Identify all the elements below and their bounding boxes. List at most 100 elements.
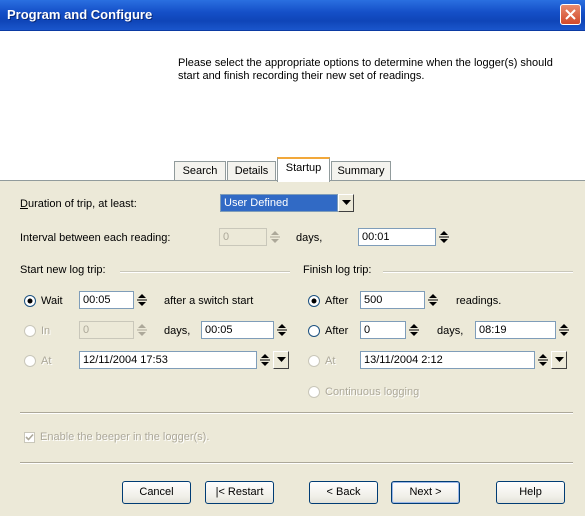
separator-top <box>20 412 573 414</box>
finish-at-radio[interactable] <box>308 355 320 367</box>
in-days-input[interactable]: 0 <box>79 321 134 339</box>
after-readings-suffix: readings. <box>456 295 502 307</box>
cancel-button-label: Cancel <box>139 486 174 498</box>
close-button[interactable] <box>560 4 581 25</box>
next-button[interactable]: Next > <box>391 481 460 504</box>
tab-summary-label: Summary <box>337 165 385 177</box>
start-at-datetime-value: 12/11/2004 17:53 <box>83 354 168 366</box>
spinner-icon <box>137 324 147 336</box>
separator-bottom <box>20 462 573 464</box>
duration-label-text: uration of trip, at least: <box>27 198 137 210</box>
interval-time-spinner[interactable] <box>436 228 452 246</box>
duration-label-mnemonic: D <box>20 198 28 210</box>
start-group-line <box>120 271 290 273</box>
interval-days-input[interactable]: 0 <box>219 228 267 246</box>
wait-time-spinner[interactable] <box>134 291 150 309</box>
wait-radio[interactable] <box>24 295 36 307</box>
after-readings-spinner[interactable] <box>425 291 441 309</box>
back-button-label: < Back <box>326 486 361 498</box>
restart-button[interactable]: |< Restart <box>205 481 274 504</box>
close-icon <box>565 9 576 20</box>
in-days-value: 0 <box>83 324 90 336</box>
start-at-label: At <box>41 355 52 367</box>
spinner-icon <box>428 294 438 306</box>
start-at-spinner[interactable] <box>257 351 273 369</box>
after-readings-radio[interactable] <box>308 295 320 307</box>
in-time-value: 00:05 <box>205 324 233 336</box>
start-group-title: Start new log trip: <box>20 264 106 276</box>
tab-startup[interactable]: Startup <box>277 157 330 182</box>
after-days-time-value: 08:19 <box>479 324 507 336</box>
after-days-spinner[interactable] <box>406 321 422 339</box>
restart-button-label: |< Restart <box>215 486 264 498</box>
finish-group-line <box>383 271 573 273</box>
tab-details[interactable]: Details <box>227 161 276 181</box>
after-days-radio[interactable] <box>308 325 320 337</box>
chevron-down-icon <box>342 200 351 205</box>
spinner-icon <box>137 294 147 306</box>
after-days-value: 0 <box>364 324 371 336</box>
finish-at-spinner[interactable] <box>535 351 551 369</box>
help-button[interactable]: Help <box>496 481 565 504</box>
beeper-label: Enable the beeper in the logger(s). <box>40 431 210 443</box>
start-at-radio[interactable] <box>24 355 36 367</box>
program-configure-dialog: Program and Configure Please select the … <box>0 0 585 516</box>
interval-days-value: 0 <box>223 231 230 243</box>
duration-dropdown-button[interactable] <box>338 194 354 212</box>
finish-group-title: Finish log trip: <box>303 264 372 276</box>
after-days-time-input[interactable]: 08:19 <box>475 321 556 339</box>
next-button-label: Next > <box>409 486 442 498</box>
after-readings-label: After <box>325 295 349 307</box>
wait-time-input[interactable]: 00:05 <box>79 291 134 309</box>
finish-at-datetime-value: 13/11/2004 2:12 <box>364 354 443 366</box>
finish-at-label: At <box>325 355 336 367</box>
in-days-spinner[interactable] <box>134 321 150 339</box>
in-radio[interactable] <box>24 325 36 337</box>
tab-search[interactable]: Search <box>174 161 226 181</box>
finish-at-datetime-input[interactable]: 13/11/2004 2:12 <box>360 351 535 369</box>
start-at-datetime-input[interactable]: 12/11/2004 17:53 <box>79 351 257 369</box>
tab-summary[interactable]: Summary <box>331 161 391 181</box>
tab-search-label: Search <box>182 165 218 177</box>
after-readings-input[interactable]: 500 <box>360 291 425 309</box>
wait-label: Wait <box>41 295 63 307</box>
window-title: Program and Configure <box>7 7 153 22</box>
interval-time-value: 00:01 <box>362 231 390 243</box>
title-bar[interactable]: Program and Configure <box>0 0 585 31</box>
tab-startup-label: Startup <box>285 162 322 174</box>
interval-label: Interval between each reading: <box>20 232 171 244</box>
continuous-logging-radio[interactable] <box>308 386 320 398</box>
tab-details-label: Details <box>234 165 269 177</box>
wait-time-value: 00:05 <box>83 294 111 306</box>
spinner-icon <box>270 231 280 243</box>
chevron-down-icon <box>277 357 286 362</box>
after-days-time-spinner[interactable] <box>556 321 572 339</box>
in-label: In <box>41 325 51 337</box>
after-days-unit: days, <box>437 325 464 337</box>
in-time-spinner[interactable] <box>274 321 290 339</box>
interval-days-spinner[interactable] <box>267 228 283 246</box>
interval-time-input[interactable]: 00:01 <box>358 228 436 246</box>
continuous-logging-label: Continuous logging <box>325 386 420 398</box>
help-button-label: Help <box>519 486 542 498</box>
after-readings-value: 500 <box>364 294 383 306</box>
spinner-icon <box>409 324 419 336</box>
duration-select[interactable]: User Defined <box>220 194 338 212</box>
start-at-dropdown-button[interactable] <box>273 351 289 369</box>
finish-at-dropdown-button[interactable] <box>551 351 567 369</box>
duration-select-value: User Defined <box>224 197 289 209</box>
after-days-input[interactable]: 0 <box>360 321 406 339</box>
cancel-button[interactable]: Cancel <box>122 481 191 504</box>
spinner-icon <box>277 324 287 336</box>
spinner-icon <box>559 324 569 336</box>
spinner-icon <box>538 354 548 366</box>
description-text: Please select the appropriate options to… <box>178 57 553 82</box>
chevron-down-icon <box>555 357 564 362</box>
beeper-checkbox[interactable] <box>24 432 35 443</box>
interval-days-unit: days, <box>296 232 323 244</box>
in-time-input[interactable]: 00:05 <box>201 321 274 339</box>
duration-label: Duration of trip, at least: <box>20 198 137 210</box>
spinner-icon <box>260 354 270 366</box>
back-button[interactable]: < Back <box>309 481 378 504</box>
after-days-label: After <box>325 325 349 337</box>
